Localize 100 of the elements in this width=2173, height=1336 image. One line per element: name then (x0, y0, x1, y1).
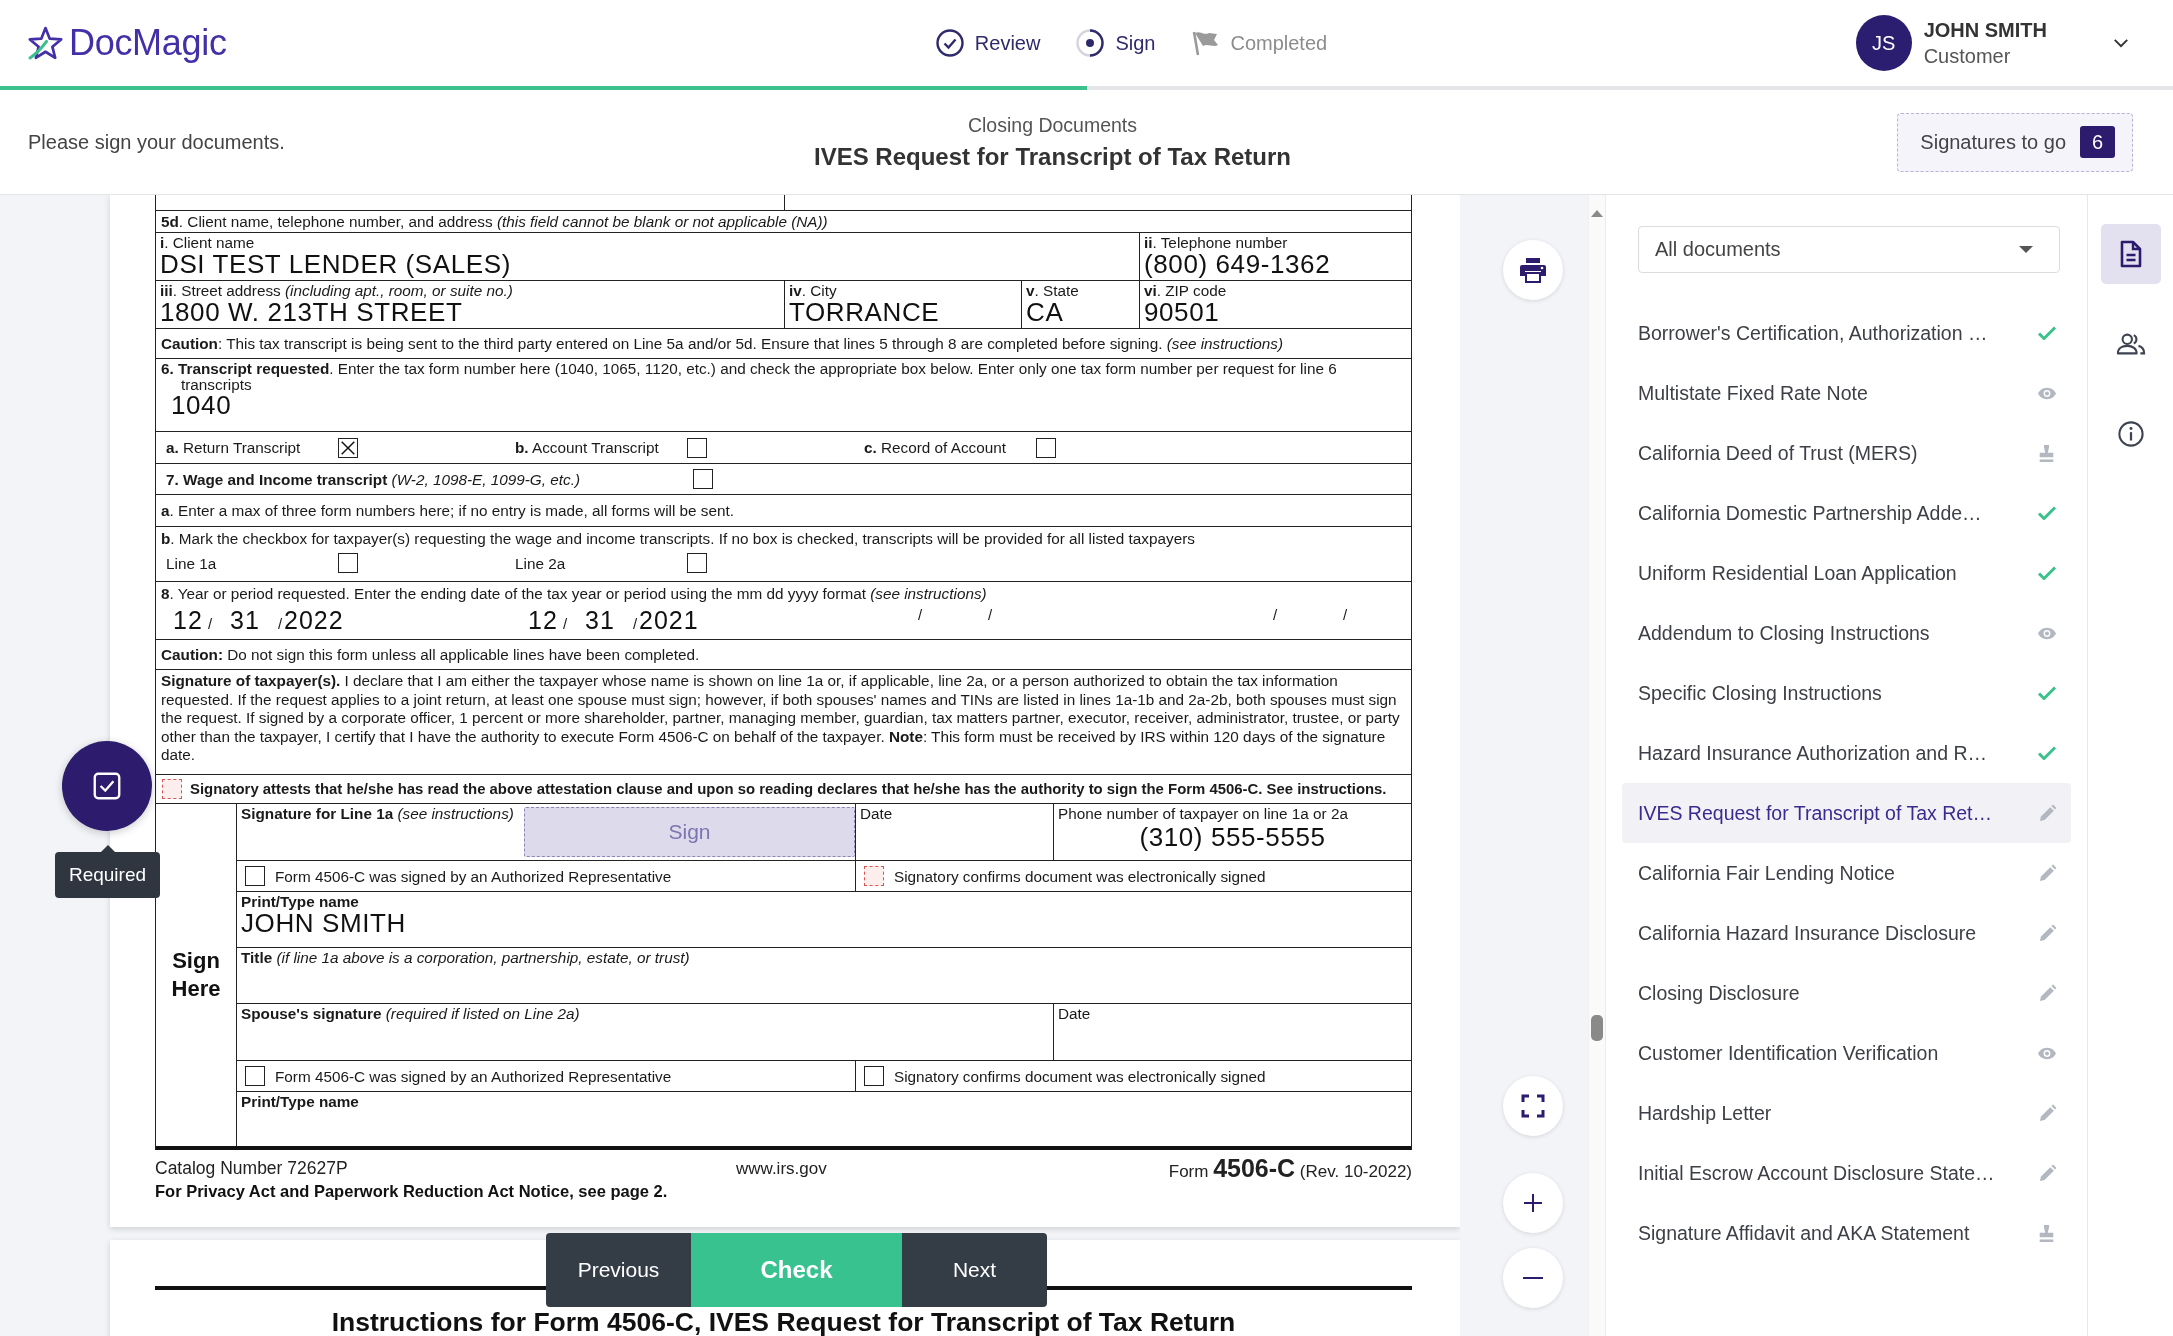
pencil-icon (2039, 1164, 2057, 1182)
privacy-notice: For Privacy Act and Paperwork Reduction Act Notice, see page 2. (155, 1181, 669, 1202)
user-name: JOHN SMITH (1923, 18, 2047, 42)
instructions-heading: Instructions for Form 4506-C, IVES Request for Transcript of Tax Return (331, 1308, 1236, 1336)
scrollbar-thumb[interactable] (1591, 1015, 1603, 1041)
previous-button[interactable]: Previous (546, 1233, 691, 1307)
document-item[interactable]: California Fair Lending Notice (1622, 843, 2071, 903)
document-item[interactable]: Multistate Fixed Rate Note (1622, 363, 2071, 423)
date-year: 2021 (639, 606, 699, 634)
radio-icon (1076, 29, 1105, 57)
field-value: 90501 (1144, 299, 1220, 326)
field-value: TORRANCE (789, 299, 940, 326)
checkbox[interactable] (245, 1066, 265, 1086)
caution-text: Caution: This tax transcript is being sent to the third party entered on Line 5a and/or 5d. Ensure that lines 5 through 8 are completed before signing. (see instructions) (161, 335, 1284, 352)
checkbox[interactable] (338, 437, 358, 458)
logo-star-icon (28, 26, 63, 60)
flag-icon (1191, 29, 1220, 57)
user-role: Customer (1923, 44, 2012, 68)
checkbox-icon (93, 772, 121, 800)
field-value: JOHN SMITH (241, 910, 406, 937)
checkbox-label: Form 4506-C was signed by an Authorized Representative (275, 867, 672, 885)
checkbox[interactable] (864, 1066, 884, 1086)
document-item[interactable]: Closing Disclosure (1622, 963, 2071, 1023)
required-tooltip: Required (55, 845, 160, 898)
checkbox[interactable] (864, 866, 884, 886)
field-label: Signature for Line 1a (see instructions) (241, 805, 514, 822)
checkbox-label: Form 4506-C was signed by an Authorized Representative (275, 1067, 672, 1085)
documents-tab[interactable] (2100, 224, 2161, 284)
document-item[interactable]: Initial Escrow Account Disclosure State… (1622, 1143, 2071, 1203)
plus-icon (1523, 1193, 1543, 1213)
checkbox-label: c. Record of Account (864, 439, 1007, 456)
signatures-label: Signatures to go (1920, 130, 2066, 154)
date-separator: / (276, 615, 284, 632)
eye-icon (2037, 626, 2057, 640)
eye-icon (2037, 1046, 2057, 1060)
document-item[interactable]: California Deed of Trust (MERS) (1622, 423, 2071, 483)
document-item[interactable]: Uniform Residential Loan Application (1622, 543, 2071, 603)
document-item[interactable]: California Domestic Partnership Adde… (1622, 483, 2071, 543)
form-section-label: 5d. Client name, telephone number, and address (this field cannot be blank or not applicable (NA)) (161, 213, 828, 230)
document-item[interactable]: Signature Affidavit and AKA Statement (1622, 1203, 2071, 1263)
checkbox-label: b. Account Transcript (515, 439, 660, 456)
checkbox[interactable] (245, 866, 265, 886)
form-instruction: b. Mark the checkbox for taxpayer(s) requesting the wage and income transcripts. If no box is checked, transcripts will be provided for all listed taxpayers (160, 529, 1196, 547)
document-item[interactable]: Addendum to Closing Instructions (1622, 603, 2071, 663)
checkbox[interactable] (338, 553, 358, 573)
fullscreen-icon (1521, 1094, 1545, 1118)
form-number: Form 4506-C (Rev. 10-2022) (1168, 1157, 1412, 1183)
field-value: CA (1026, 299, 1064, 326)
checkbox-label: Line 1a (166, 554, 218, 572)
field-label: Date (1058, 1005, 1091, 1022)
scrollbar[interactable] (1588, 195, 1606, 1336)
date-year: 2022 (284, 606, 344, 634)
document-item[interactable]: Specific Closing Instructions (1622, 663, 2071, 723)
website-text: www.irs.gov (736, 1158, 828, 1180)
catalog-number: Catalog Number 72627P (155, 1157, 349, 1180)
field-label: Title (if line 1a above is a corporation, partnership, estate, or trust) (241, 949, 690, 966)
required-field-button[interactable] (62, 741, 152, 831)
next-button[interactable]: Next (902, 1233, 1047, 1307)
date-month: 12 (173, 606, 204, 634)
pencil-icon (2039, 924, 2057, 942)
checkbox[interactable] (693, 469, 713, 489)
field-label: iv. City (789, 282, 837, 299)
field-label: ii. Telephone number (1144, 234, 1288, 251)
step-label: Review (974, 31, 1041, 55)
field-label: Print/Type name (241, 893, 359, 910)
check-icon (2037, 506, 2057, 520)
field-label: Date (860, 805, 893, 822)
pencil-icon (2039, 804, 2057, 822)
field-value: (800) 649-1362 (1144, 251, 1331, 278)
form-instruction: 7. Wage and Income transcript (W-2, 1098-E, 1099-G, etc.) (166, 470, 581, 488)
form-instruction: 8. Year or period requested. Enter the ending date of the tax year or period using the mm dd yyyy format (see instructions) (160, 584, 988, 602)
print-button[interactable] (1503, 240, 1563, 300)
document-icon (2119, 240, 2142, 268)
document-item[interactable]: Hardship Letter (1622, 1083, 2071, 1143)
sign-here-label: Sign Here (170, 947, 222, 1003)
checkbox[interactable] (1036, 437, 1056, 458)
document-item[interactable]: California Hazard Insurance Disclosure (1622, 903, 2071, 963)
fullscreen-button[interactable] (1503, 1076, 1563, 1136)
field-label: Phone number of taxpayer on line 1a or 2a (1058, 805, 1348, 822)
stamp-icon (2038, 443, 2055, 463)
document-filter-dropdown[interactable]: All documents (1638, 226, 2060, 273)
field-label: v. State (1026, 282, 1079, 299)
document-title: IVES Request for Transcript of Tax Return (814, 142, 1291, 171)
date-separator: / (916, 606, 924, 623)
document-item[interactable]: Customer Identification Verification (1622, 1023, 2071, 1083)
declaration-text: Signature of taxpayer(s). I declare that I am either the taxpayer whose name is shown on line 1a or, if applicable, line 2a, or a person authorized to obtain the tax information requested. If the request applies to a joint return, at least one spouse must sign; however, if both spouses' names and TINs are listed in lines 1a-1b and 2a-2b, both spouses must sign the request. If signed by a corporate officer, 1 percent or more shareholder, partner, managing member, guardian, tax matters partner, executor, receiver, administrator, trustee, or party other than the taxpayer, I certify that I have the authority to execute Form 4506-C on behalf of the taxpayer. Note: This form must be received by IRS within 120 days of the signature date. (161, 672, 1401, 766)
checkbox[interactable] (687, 553, 707, 573)
check-icon (2037, 686, 2057, 700)
user-avatar: JS (1855, 15, 1912, 71)
checkbox-label: Signatory confirms document was electronically signed (894, 867, 1266, 885)
chevron-down-icon[interactable] (2113, 38, 2129, 48)
caution-text: Caution: Do not sign this form unless all applicable lines have been completed. (161, 646, 700, 663)
document-item[interactable]: Borrower's Certification, Authorization … (1622, 303, 2071, 363)
minus-icon (1523, 1277, 1543, 1279)
document-item[interactable]: Hazard Insurance Authorization and R… (1622, 723, 2071, 783)
scroll-up-icon[interactable] (1591, 210, 1603, 217)
pencil-icon (2039, 1104, 2057, 1122)
checkbox[interactable] (162, 779, 182, 799)
checkbox[interactable] (687, 437, 707, 458)
document-item[interactable]: IVES Request for Transcript of Tax Ret… (1622, 783, 2071, 843)
